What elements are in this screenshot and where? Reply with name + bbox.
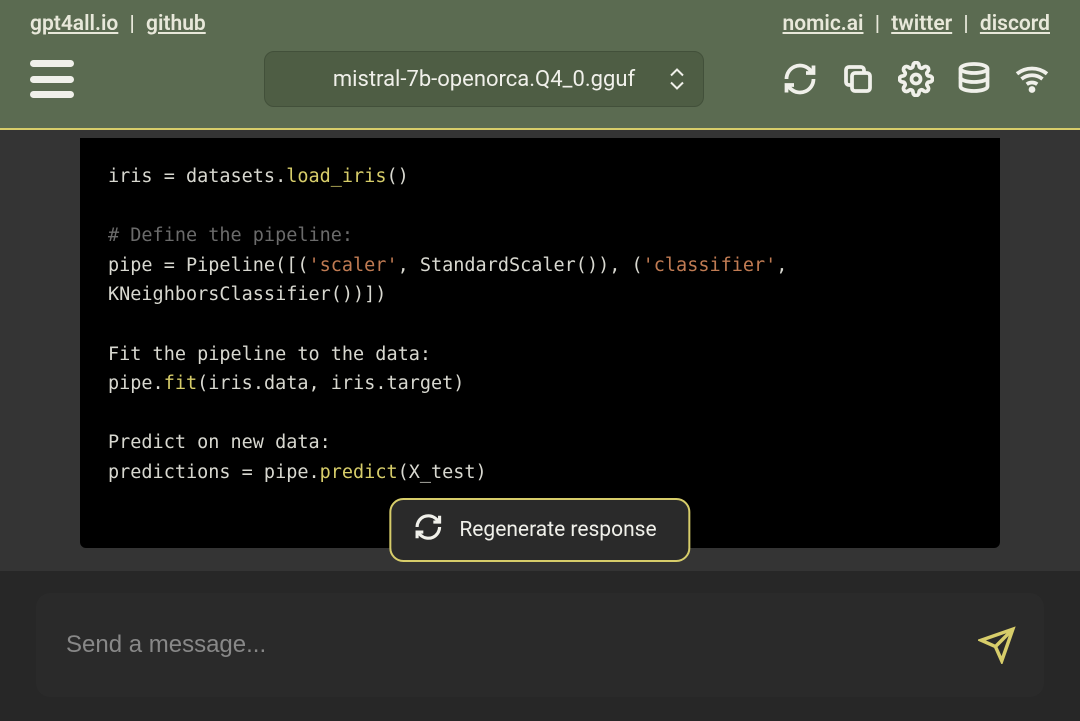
copy-icon[interactable]	[840, 61, 876, 97]
link-gpt4all[interactable]: gpt4all.io	[30, 12, 118, 36]
toolbar: mistral-7b-openorca.Q4_0.gguf	[0, 36, 1080, 128]
wifi-icon[interactable]	[1014, 61, 1050, 97]
hamburger-menu-button[interactable]	[30, 60, 74, 98]
top-links-left: gpt4all.io | github	[30, 12, 206, 36]
regenerate-response-button[interactable]: Regenerate response	[389, 498, 690, 562]
link-twitter[interactable]: twitter	[891, 12, 952, 36]
code-block: iris = datasets.load_iris() # Define the…	[80, 138, 1000, 548]
link-github[interactable]: github	[146, 12, 206, 36]
refresh-icon[interactable]	[782, 61, 818, 97]
toolbar-icons	[782, 61, 1050, 97]
chevron-updown-icon	[669, 68, 685, 91]
link-discord[interactable]: discord	[980, 12, 1050, 36]
send-button[interactable]	[978, 626, 1016, 664]
link-nomic[interactable]: nomic.ai	[783, 12, 864, 36]
message-input-container	[36, 593, 1044, 697]
refresh-icon	[413, 512, 443, 548]
app-header: gpt4all.io | github nomic.ai | twitter |…	[0, 0, 1080, 130]
input-footer	[0, 571, 1080, 721]
gear-icon[interactable]	[898, 61, 934, 97]
regenerate-label: Regenerate response	[459, 518, 656, 542]
model-selector-label: mistral-7b-openorca.Q4_0.gguf	[333, 67, 635, 92]
database-icon[interactable]	[956, 61, 992, 97]
top-links-bar: gpt4all.io | github nomic.ai | twitter |…	[0, 0, 1080, 36]
top-links-right: nomic.ai | twitter | discord	[783, 12, 1050, 36]
model-selector-dropdown[interactable]: mistral-7b-openorca.Q4_0.gguf	[264, 51, 704, 107]
message-input[interactable]	[64, 630, 978, 660]
